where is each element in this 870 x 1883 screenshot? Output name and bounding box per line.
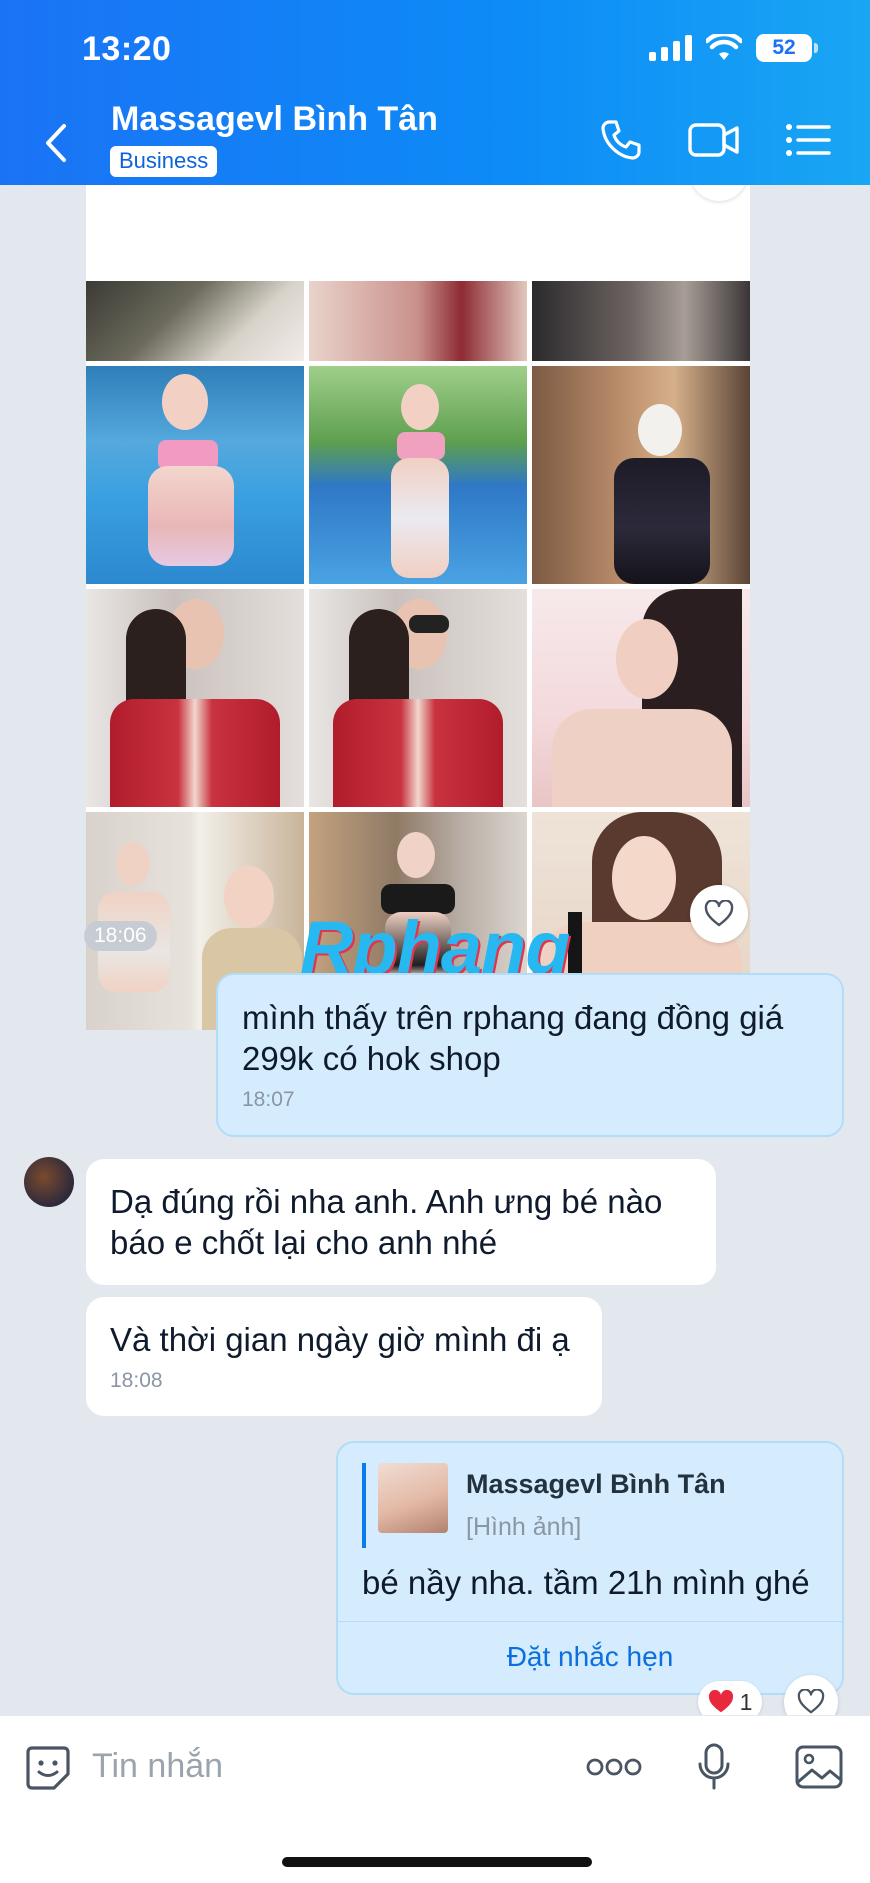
sticker-smile-icon: [26, 1746, 70, 1790]
message-text: Và thời gian ngày giờ mình đi ạ: [110, 1321, 570, 1358]
message-text: Dạ đúng rồi nha anh. Anh ưng bé nào báo …: [110, 1183, 663, 1261]
reaction-badge[interactable]: 1: [698, 1681, 762, 1715]
quoted-type: [Hình ảnh]: [466, 1513, 582, 1541]
chevron-left-icon: [46, 124, 66, 162]
more-options-button[interactable]: [586, 1756, 642, 1783]
photo-item[interactable]: [532, 366, 750, 584]
back-button[interactable]: [40, 118, 80, 168]
chat-menu-button[interactable]: [784, 114, 832, 166]
list-menu-icon: [786, 124, 831, 156]
signal-icon: [649, 35, 692, 61]
photo-item[interactable]: [309, 281, 527, 361]
quoted-message[interactable]: Massagevl Bình Tân [Hình ảnh]: [362, 1463, 818, 1548]
video-call-button[interactable]: [686, 114, 742, 166]
photos-like-button[interactable]: [690, 885, 748, 943]
image-icon: [795, 1745, 843, 1789]
call-button[interactable]: [596, 114, 646, 166]
message-time: 18:07: [242, 1088, 295, 1111]
photo-album: [86, 185, 750, 1030]
microphone-icon: [698, 1743, 730, 1790]
business-badge: Business: [110, 146, 218, 177]
message-text: mình thấy trên rphang đang đồng giá 299k…: [242, 999, 784, 1077]
sticker-button[interactable]: [24, 1744, 72, 1797]
reaction-count: 1: [739, 1688, 753, 1715]
home-indicator: [282, 1857, 592, 1867]
video-camera-icon: [688, 123, 739, 157]
photo-item[interactable]: [532, 281, 750, 361]
heart-outline-icon: [704, 185, 734, 186]
more-dots-icon: [586, 1758, 642, 1776]
photos-timestamp: 18:06: [84, 921, 157, 951]
incoming-message[interactable]: Dạ đúng rồi nha anh. Anh ưng bé nào báo …: [86, 1159, 716, 1285]
send-image-button[interactable]: [794, 1744, 844, 1795]
photo-item[interactable]: [309, 589, 527, 807]
quoted-sender: Massagevl Bình Tân: [466, 1469, 726, 1499]
photo-item[interactable]: [86, 281, 304, 361]
conversation-area[interactable]: 18:06 Rphang mình thấy trên rphang đang …: [0, 185, 870, 1715]
message-text: bé nầy nha. tầm 21h mình ghé: [362, 1564, 810, 1601]
photo-item[interactable]: [309, 366, 527, 584]
outgoing-reply-message[interactable]: Massagevl Bình Tân [Hình ảnh] bé nầy nha…: [336, 1441, 844, 1695]
outgoing-message[interactable]: mình thấy trên rphang đang đồng giá 299k…: [216, 973, 844, 1137]
message-time: 18:08: [110, 1369, 163, 1392]
message-input-bar: [0, 1715, 870, 1883]
photo-item[interactable]: [86, 366, 304, 584]
chat-header: 13:20 52 Massagevl Bình Tân Business: [0, 0, 870, 185]
battery-indicator: 52: [756, 34, 818, 62]
status-time: 13:20: [82, 30, 172, 68]
phone-icon: [601, 120, 641, 160]
photo-item[interactable]: [532, 589, 750, 807]
quoted-image-thumbnail: [378, 1463, 448, 1533]
wifi-icon: [706, 34, 742, 60]
status-icons: 52: [649, 34, 818, 62]
message-input[interactable]: [92, 1738, 552, 1794]
heart-outline-icon: [704, 900, 734, 927]
incoming-message[interactable]: Và thời gian ngày giờ mình đi ạ 18:08: [86, 1297, 602, 1416]
heart-outline-icon: [797, 1689, 825, 1714]
red-heart-icon: [708, 1690, 733, 1713]
set-reminder-link[interactable]: Đặt nhắc hẹn: [338, 1621, 842, 1677]
chat-title[interactable]: Massagevl Bình Tân: [111, 100, 438, 139]
photo-item[interactable]: [86, 589, 304, 807]
voice-record-button[interactable]: [696, 1742, 732, 1797]
contact-avatar[interactable]: [24, 1157, 74, 1207]
